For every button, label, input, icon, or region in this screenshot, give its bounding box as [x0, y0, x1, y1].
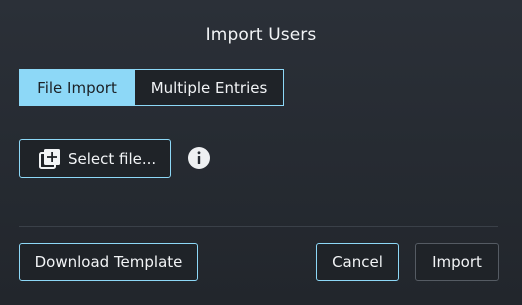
cancel-button[interactable]: Cancel — [316, 243, 399, 281]
select-file-button[interactable]: Select file... — [19, 139, 171, 178]
add-file-icon — [38, 147, 62, 171]
tab-multiple-entries[interactable]: Multiple Entries — [135, 69, 284, 106]
tab-file-import[interactable]: File Import — [19, 69, 135, 106]
import-mode-tabs: File Import Multiple Entries — [19, 69, 284, 106]
import-button[interactable]: Import — [415, 243, 499, 281]
info-icon[interactable] — [188, 147, 210, 169]
select-file-label: Select file... — [68, 149, 157, 168]
dialog-title: Import Users — [205, 25, 317, 45]
download-template-button[interactable]: Download Template — [19, 243, 198, 281]
footer-divider — [19, 226, 498, 227]
import-users-dialog: Import Users File Import Multiple Entrie… — [0, 0, 522, 305]
